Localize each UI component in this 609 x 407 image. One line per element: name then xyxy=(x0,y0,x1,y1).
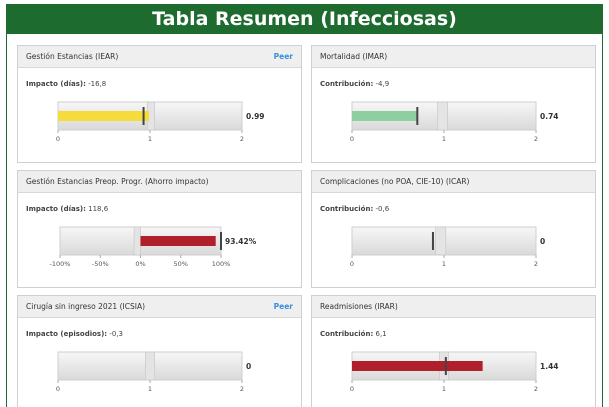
kpi-panel-icar: Complicaciones (no POA, CIE-10) (ICAR) Co… xyxy=(311,170,596,288)
bullet-chart: 1.44 0 1 2 xyxy=(350,351,559,393)
value-bar xyxy=(140,236,216,246)
axis-tick-label: 1 xyxy=(148,135,152,143)
kpi-panel-icsia: Cirugía sin ingreso 2021 (ICSIA) Peer Impa… xyxy=(17,295,302,407)
frame-right-border xyxy=(602,34,603,407)
axis-tick-label: 2 xyxy=(240,135,244,143)
axis-tick-label: 1 xyxy=(148,385,152,393)
bullet-chart: 93.42% -100% -50% 0% 50% 100% xyxy=(50,226,257,268)
target-marker xyxy=(444,357,447,375)
bullet-chart: 0.99 0 1 2 xyxy=(56,101,265,143)
axis-tick-label: 0 xyxy=(350,135,354,143)
frame-left-border xyxy=(6,34,7,407)
axis-tick-label: 2 xyxy=(534,260,538,268)
value-label: 0 xyxy=(246,362,251,371)
kpi-panel-preop: Gestión Estancias Preop. Progr. (Ahorro … xyxy=(17,170,302,288)
value-bar xyxy=(352,111,418,121)
axis-tick-label: 2 xyxy=(534,385,538,393)
value-label: 0.74 xyxy=(540,112,559,121)
bullet-chart: 0 0 1 2 xyxy=(350,226,545,268)
axis-tick-label: 0 xyxy=(350,260,354,268)
page-title: Tabla Resumen (Infecciosas) xyxy=(6,4,603,34)
value-label: 93.42% xyxy=(225,237,257,246)
axis-tick-label: 2 xyxy=(240,385,244,393)
axis-tick-label: 0 xyxy=(350,385,354,393)
target-marker xyxy=(431,232,434,250)
axis-tick-label: 0 xyxy=(56,135,60,143)
kpi-panel-imar: Mortalidad (IMAR) Contribución: -4,9 0.74 0… xyxy=(311,45,596,163)
target-marker xyxy=(142,107,145,125)
reference-band xyxy=(145,351,155,381)
target-marker xyxy=(416,107,419,125)
bullet-chart: 0 0 1 2 xyxy=(56,351,251,393)
axis-tick-label: 1 xyxy=(442,385,446,393)
value-bar xyxy=(58,111,150,121)
axis-tick-label: 100% xyxy=(212,260,231,268)
axis-tick-label: 1 xyxy=(442,260,446,268)
axis-tick-label: 0% xyxy=(135,260,145,268)
value-label: 1.44 xyxy=(540,362,559,371)
value-label: 0 xyxy=(540,237,545,246)
value-label: 0.99 xyxy=(246,112,265,121)
kpi-panel-irar: Readmisiones (IRAR) Contribución: 6,1 1.44… xyxy=(311,295,596,407)
reference-band xyxy=(437,101,448,131)
axis-tick-label: 50% xyxy=(174,260,188,268)
target-marker xyxy=(220,232,222,250)
axis-tick-label: 2 xyxy=(534,135,538,143)
reference-band xyxy=(133,226,141,256)
axis-tick-label: 0 xyxy=(56,385,60,393)
axis-tick-label: -50% xyxy=(92,260,109,268)
axis-tick-label: 1 xyxy=(442,135,446,143)
value-bar xyxy=(352,361,483,371)
reference-band xyxy=(435,226,447,256)
bullet-chart: 0.74 0 1 2 xyxy=(350,101,559,143)
kpi-panel-iear: Gestión Estancias (IEAR) Peer Impacto (día… xyxy=(17,45,302,163)
axis-tick-label: -100% xyxy=(50,260,71,268)
